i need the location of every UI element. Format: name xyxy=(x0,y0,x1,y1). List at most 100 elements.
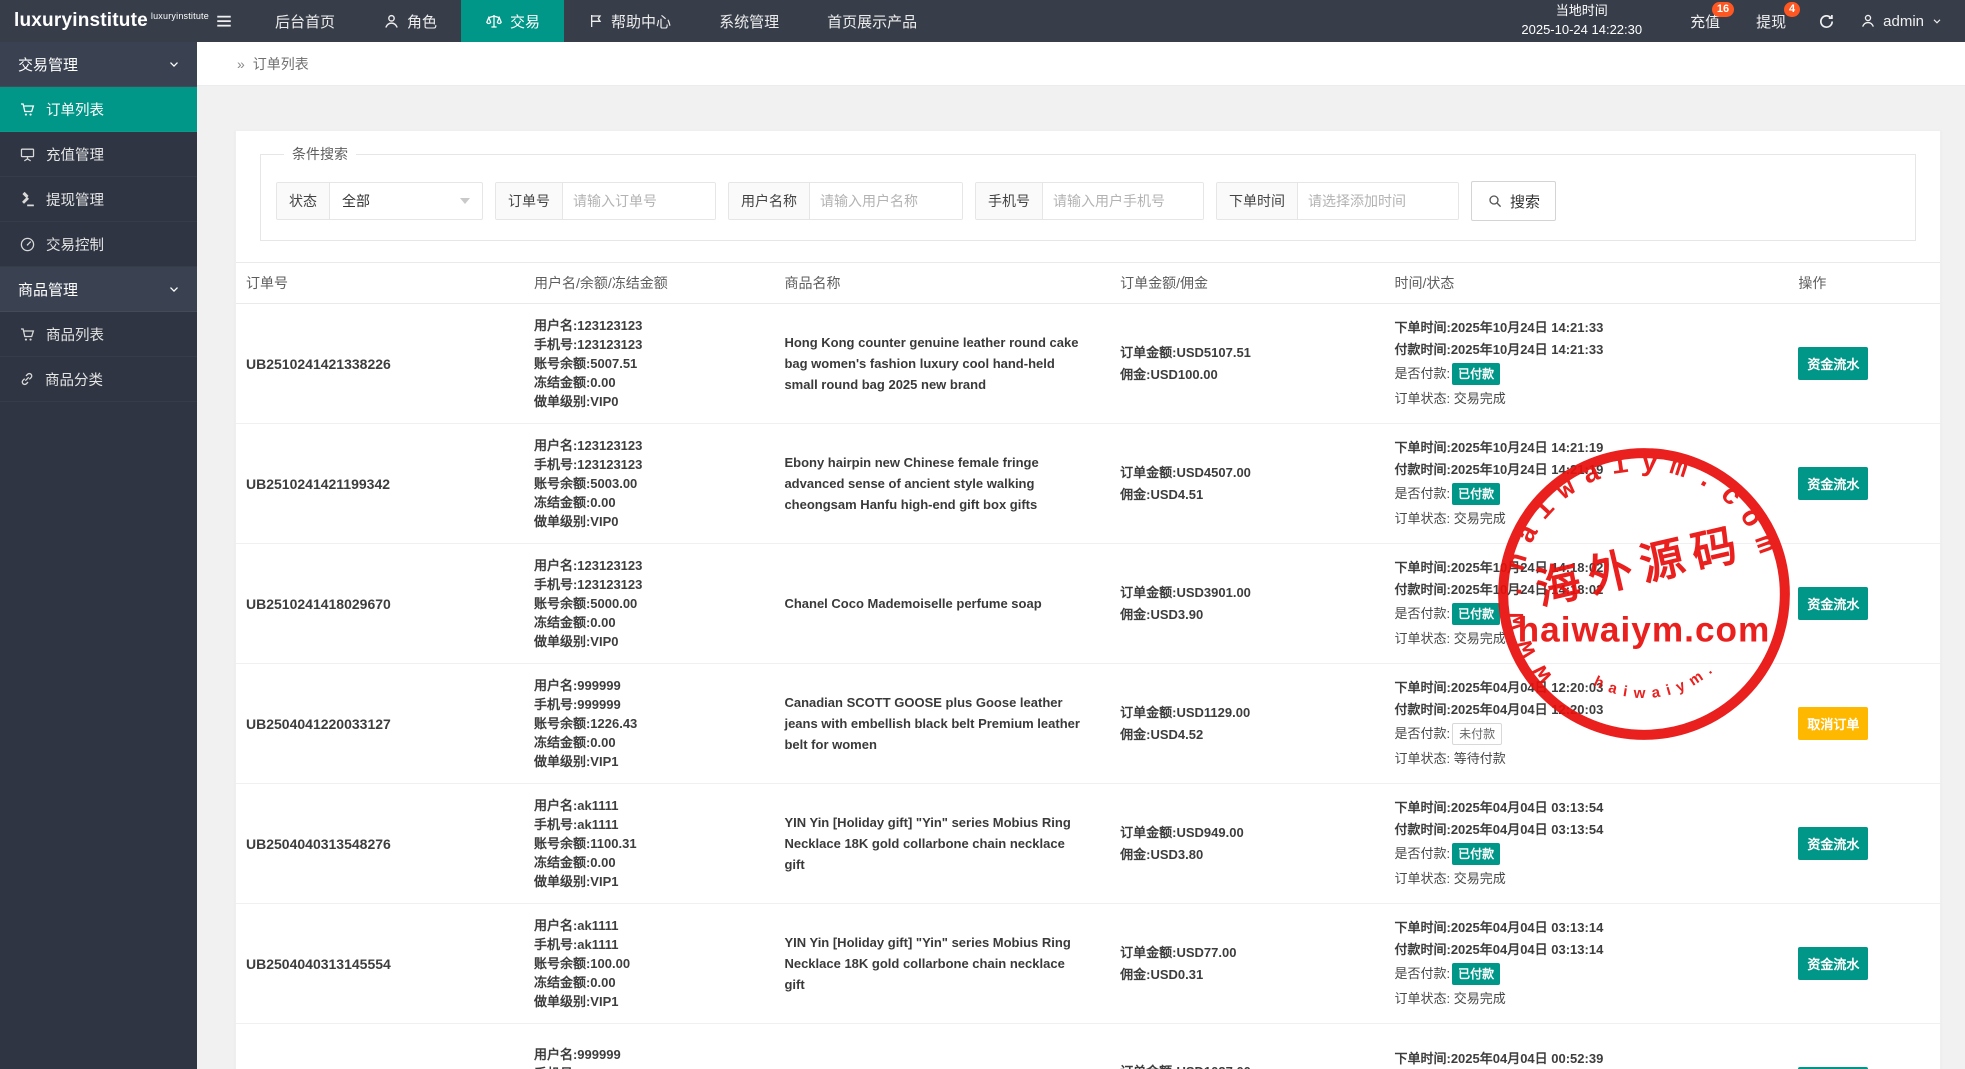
search-button[interactable]: 搜索 xyxy=(1471,181,1556,221)
order-list-card: 条件搜索 状态 全部 订单号 用户名称 xyxy=(235,130,1941,1069)
pay-status-label: 是否付款: xyxy=(1394,481,1450,507)
sidebar-item-withdraw-manage[interactable]: 提现管理 xyxy=(0,177,197,222)
order-amount: 订单金额:USD3901.00 xyxy=(1120,582,1374,604)
order-amount: 订单金额:USD5107.51 xyxy=(1120,342,1374,364)
pay-time: 付款时间:2025年10月24日 14:21:33 xyxy=(1394,339,1778,361)
action-button[interactable]: 资金流水 xyxy=(1798,467,1868,500)
order-number: UB2504040313145554 xyxy=(246,956,514,972)
pay-time: 付款时间:2025年10月24日 14:18:02 xyxy=(1394,579,1778,601)
local-time-label: 当地时间 xyxy=(1521,2,1642,21)
gavel-icon xyxy=(19,191,36,208)
col-time-status: 时间/状态 xyxy=(1384,263,1788,304)
withdraw-link[interactable]: 提现 4 xyxy=(1738,0,1804,42)
withdraw-badge: 4 xyxy=(1784,2,1800,17)
status-select[interactable]: 全部 xyxy=(330,183,482,219)
order-time-filter-group: 下单时间 xyxy=(1216,182,1459,220)
sidebar-collapse-button[interactable] xyxy=(197,0,251,42)
product-name: Canadian SCOTT GOOSE plus Goose leather … xyxy=(784,692,1100,755)
status-filter-group: 状态 全部 xyxy=(276,182,483,220)
order-no-filter-group: 订单号 xyxy=(495,182,716,220)
table-row: UB2504040313145554 用户名:ak1111手机号:ak1111账… xyxy=(236,904,1940,1024)
top-menu-item-trade[interactable]: 交易 xyxy=(461,0,564,42)
table-row: UB2510241421199342 用户名:123123123手机号:1231… xyxy=(236,424,1940,544)
logo-text: luxuryinstitute xyxy=(14,10,148,32)
order-time-input[interactable] xyxy=(1298,183,1458,219)
order-status-line: 订单状态: 交易完成 xyxy=(1394,507,1778,531)
sidebar-group-product-manage[interactable]: 商品管理 xyxy=(0,267,197,312)
sidebar-item-order-list[interactable]: 订单列表 xyxy=(0,87,197,132)
user-info: 用户名:123123123手机号:123123123账号余额:5000.00冻结… xyxy=(534,556,764,651)
user-info-line: 做单级别:VIP1 xyxy=(534,752,764,771)
user-info-line: 用户名:ak1111 xyxy=(534,796,764,815)
order-time: 下单时间:2025年04月04日 03:13:54 xyxy=(1394,797,1778,819)
sidebar-item-product-category[interactable]: 商品分类 xyxy=(0,357,197,402)
table-header-row: 订单号 用户名/余额/冻结金额 商品名称 订单金额/佣金 时间/状态 操作 xyxy=(236,263,1940,304)
pay-status-line: 是否付款: 未付款 xyxy=(1394,721,1778,747)
top-menu-item-label: 角色 xyxy=(407,11,437,32)
username-input[interactable] xyxy=(810,183,962,219)
sidebar-item-trade-control[interactable]: 交易控制 xyxy=(0,222,197,267)
user-info-line: 用户名:999999 xyxy=(534,676,764,695)
order-number: UB2510241421199342 xyxy=(246,476,514,492)
cart-icon xyxy=(19,101,36,118)
user-info-line: 手机号:ak1111 xyxy=(534,935,764,954)
order-status-line: 订单状态: 交易完成 xyxy=(1394,987,1778,1011)
action-button[interactable]: 资金流水 xyxy=(1798,587,1868,620)
user-info-line: 做单级别:VIP1 xyxy=(534,992,764,1011)
top-menu-item-dashboard-home[interactable]: 后台首页 xyxy=(251,0,359,42)
top-menu-item-roles[interactable]: 角色 xyxy=(359,0,461,42)
sidebar: 交易管理订单列表充值管理提现管理交易控制商品管理商品列表商品分类 xyxy=(0,42,197,1069)
breadcrumb-arrow-icon: » xyxy=(237,56,245,72)
pay-time: 付款时间:2025年10月24日 14:21:19 xyxy=(1394,459,1778,481)
user-info: 用户名:ak1111手机号:ak1111账号余额:1100.31冻结金额:0.0… xyxy=(534,796,764,891)
chevron-down-icon xyxy=(167,282,181,296)
action-button[interactable]: 资金流水 xyxy=(1798,347,1868,380)
user-info-line: 做单级别:VIP0 xyxy=(534,512,764,531)
top-menu-item-help-center[interactable]: 帮助中心 xyxy=(564,0,695,42)
pay-status-badge: 已付款 xyxy=(1452,483,1500,505)
top-menu-item-system-manage[interactable]: 系统管理 xyxy=(695,0,803,42)
order-no-input[interactable] xyxy=(563,183,715,219)
table-row: UB2504040052391461 用户名:999999手机号:999999账… xyxy=(236,1024,1940,1069)
user-info-line: 账号余额:1226.43 xyxy=(534,714,764,733)
order-amount: 订单金额:USD1027.00 xyxy=(1120,1061,1374,1069)
pay-time: 付款时间:2025年04月04日 12:20:03 xyxy=(1394,699,1778,721)
col-order-no: 订单号 xyxy=(236,263,524,304)
commission-amount: 佣金:USD3.80 xyxy=(1120,844,1374,866)
sidebar-group-label: 商品管理 xyxy=(18,279,78,300)
top-menu-item-home-products[interactable]: 首页展示产品 xyxy=(803,0,941,42)
recharge-link[interactable]: 充值 16 xyxy=(1672,0,1738,42)
main-content: » 订单列表 条件搜索 状态 全部 订单号 用户名称 xyxy=(197,42,1965,1069)
phone-input[interactable] xyxy=(1043,183,1203,219)
pay-status-line: 是否付款: 已付款 xyxy=(1394,481,1778,507)
sidebar-item-label: 商品分类 xyxy=(45,369,103,390)
pay-status-label: 是否付款: xyxy=(1394,841,1450,867)
pay-status-label: 是否付款: xyxy=(1394,601,1450,627)
refresh-button[interactable] xyxy=(1804,13,1848,30)
table-row: UB2510241418029670 用户名:123123123手机号:1231… xyxy=(236,544,1940,664)
username-filter-label: 用户名称 xyxy=(729,183,810,219)
table-row: UB2504041220033127 用户名:999999手机号:999999账… xyxy=(236,664,1940,784)
search-row: 状态 全部 订单号 用户名称 手机号 xyxy=(276,181,1900,221)
order-status-line: 订单状态: 等待付款 xyxy=(1394,747,1778,771)
sidebar-item-product-list[interactable]: 商品列表 xyxy=(0,312,197,357)
user-info: 用户名:ak1111手机号:ak1111账号余额:100.00冻结金额:0.00… xyxy=(534,916,764,1011)
sidebar-item-recharge-manage[interactable]: 充值管理 xyxy=(0,132,197,177)
cart-icon xyxy=(19,326,36,343)
user-menu[interactable]: admin xyxy=(1848,13,1965,30)
top-menu-item-label: 后台首页 xyxy=(275,11,335,32)
pay-time: 付款时间:2025年04月04日 03:13:14 xyxy=(1394,939,1778,961)
action-button[interactable]: 资金流水 xyxy=(1798,947,1868,980)
action-button[interactable]: 取消订单 xyxy=(1798,707,1868,740)
order-amount: 订单金额:USD1129.00 xyxy=(1120,702,1374,724)
col-actions: 操作 xyxy=(1788,263,1940,304)
product-name: Ebony hairpin new Chinese female fringe … xyxy=(784,452,1100,515)
user-info-line: 手机号:123123123 xyxy=(534,575,764,594)
action-button[interactable]: 资金流水 xyxy=(1798,827,1868,860)
local-time: 当地时间 2025-10-24 14:22:30 xyxy=(1521,2,1642,40)
topbar: luxuryinstituteluxuryinstitute 后台首页角色交易帮… xyxy=(0,0,1965,42)
user-info: 用户名:123123123手机号:123123123账号余额:5003.00冻结… xyxy=(534,436,764,531)
order-time-label: 下单时间 xyxy=(1217,183,1298,219)
sidebar-group-trade-manage[interactable]: 交易管理 xyxy=(0,42,197,87)
select-caret-icon xyxy=(460,198,470,204)
